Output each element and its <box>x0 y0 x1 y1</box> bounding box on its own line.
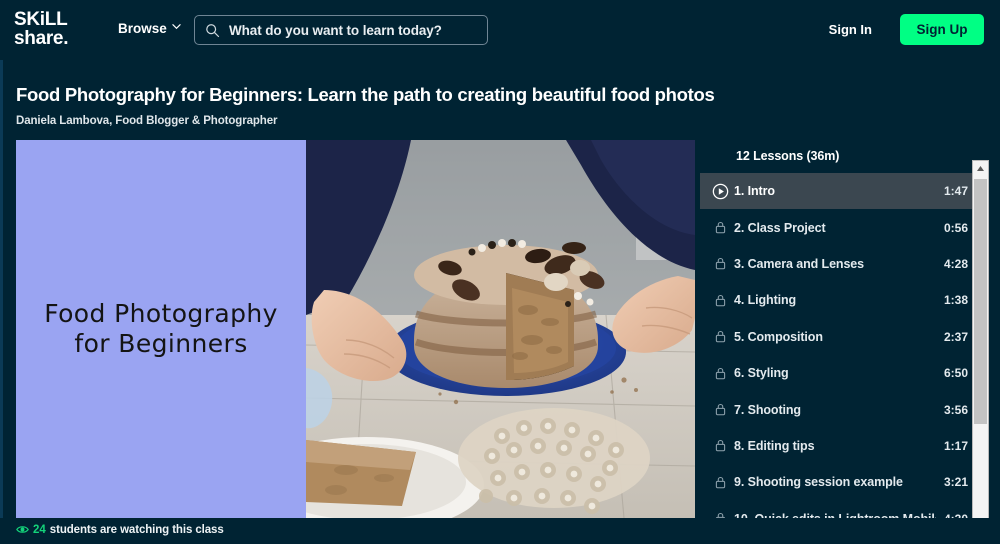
lesson-label: 1. Intro <box>734 184 775 199</box>
lesson-label: 5. Composition <box>734 329 823 344</box>
lesson-label: 3. Camera and Lenses <box>734 256 865 271</box>
search-input[interactable] <box>229 22 477 38</box>
lesson-duration: 4:28 <box>943 256 968 271</box>
lesson-duration: 3:21 <box>943 475 968 490</box>
lesson-row[interactable]: 9. Shooting session example 3:21 <box>700 464 982 500</box>
lesson-duration: 1:47 <box>943 184 968 199</box>
lesson-duration: 1:38 <box>943 293 968 308</box>
skillshare-course-page: SKiLL share. Browse Sign In Sign Up Food… <box>0 0 1000 544</box>
thumbnail-title-panel: Food Photography for Beginners <box>16 140 306 518</box>
chevron-down-icon <box>172 22 181 31</box>
lock-icon <box>706 327 734 347</box>
lessons-panel: 12 Lessons (36m) 1. Intro 1:47 2. Class Pr… <box>700 140 1000 518</box>
page-footer: 24 students are watching this class <box>0 518 1000 544</box>
sign-up-button[interactable]: Sign Up <box>900 14 984 45</box>
page-title: Food Photography for Beginners: Learn th… <box>16 84 715 105</box>
video-player[interactable]: Food Photography for Beginners <box>16 140 695 518</box>
lesson-row[interactable]: 3. Camera and Lenses 4:28 <box>700 246 982 282</box>
browse-label: Browse <box>118 21 167 36</box>
scrollbar-thumb[interactable] <box>974 179 987 424</box>
lock-icon <box>706 218 734 238</box>
lesson-row[interactable]: 10. Quick edits in Lightroom Mobile4:30 <box>700 501 982 518</box>
logo-line-2: share. <box>14 27 69 49</box>
lesson-row[interactable]: 1. Intro 1:47 <box>700 173 982 210</box>
lesson-duration: 2:37 <box>943 329 968 344</box>
watching-count: 24 <box>33 523 46 536</box>
lock-icon <box>706 509 734 518</box>
search-icon <box>205 23 220 38</box>
lesson-duration: 0:56 <box>943 220 968 235</box>
lesson-row[interactable]: 5. Composition 2:37 <box>700 319 982 355</box>
logo-line-1: SKiLL <box>14 9 68 30</box>
lesson-label: 8. Editing tips <box>734 438 815 453</box>
skillshare-logo[interactable]: SKiLL share. <box>14 9 106 49</box>
lesson-row[interactable]: 8. Editing tips 1:17 <box>700 428 982 464</box>
watching-label: students are watching this class <box>49 523 224 536</box>
lesson-row[interactable]: 4. Lighting 1:38 <box>700 282 982 318</box>
lock-icon <box>706 363 734 383</box>
lesson-row[interactable]: 2. Class Project 0:56 <box>700 209 982 245</box>
search-bar[interactable] <box>194 15 488 45</box>
lesson-label: 6. Styling <box>734 366 789 381</box>
lesson-label: 2. Class Project <box>734 220 826 235</box>
lessons-scrollbar[interactable] <box>972 160 989 542</box>
lesson-label: 7. Shooting <box>734 402 801 417</box>
course-photo <box>306 140 695 518</box>
course-byline: Daniela Lambova, Food Blogger & Photogra… <box>16 115 278 127</box>
play-icon <box>706 181 734 201</box>
thumbnail-title-line-1: Food Photography <box>44 298 278 328</box>
lessons-heading: 12 Lessons (36m) <box>736 149 840 163</box>
thumbnail-title-line-2: for Beginners <box>74 329 248 358</box>
sign-in-link[interactable]: Sign In <box>829 22 872 37</box>
site-header: SKiLL share. Browse Sign In Sign Up <box>0 0 1000 60</box>
scroll-up-icon[interactable] <box>973 161 988 176</box>
lesson-label: 9. Shooting session example <box>734 475 903 490</box>
thumbnail-title: Food Photography for Beginners <box>44 299 278 360</box>
lesson-row[interactable]: 6. Styling 6:50 <box>700 355 982 391</box>
lock-icon <box>706 290 734 310</box>
eye-icon <box>16 523 29 536</box>
page-left-edge-accent <box>0 0 3 544</box>
lesson-row[interactable]: 7. Shooting 3:56 <box>700 391 982 427</box>
lock-icon <box>706 472 734 492</box>
lesson-label: 4. Lighting <box>734 293 797 308</box>
lock-icon <box>706 254 734 274</box>
lesson-duration: 3:56 <box>943 402 968 417</box>
lock-icon <box>706 400 734 420</box>
lesson-duration: 6:50 <box>943 366 968 381</box>
watching-status: 24 students are watching this class <box>16 523 224 536</box>
lesson-duration: 1:17 <box>943 438 968 453</box>
lessons-list[interactable]: 1. Intro 1:47 2. Class Project 0:56 3. Camer… <box>700 173 982 518</box>
browse-menu[interactable]: Browse <box>118 21 181 36</box>
lock-icon <box>706 436 734 456</box>
